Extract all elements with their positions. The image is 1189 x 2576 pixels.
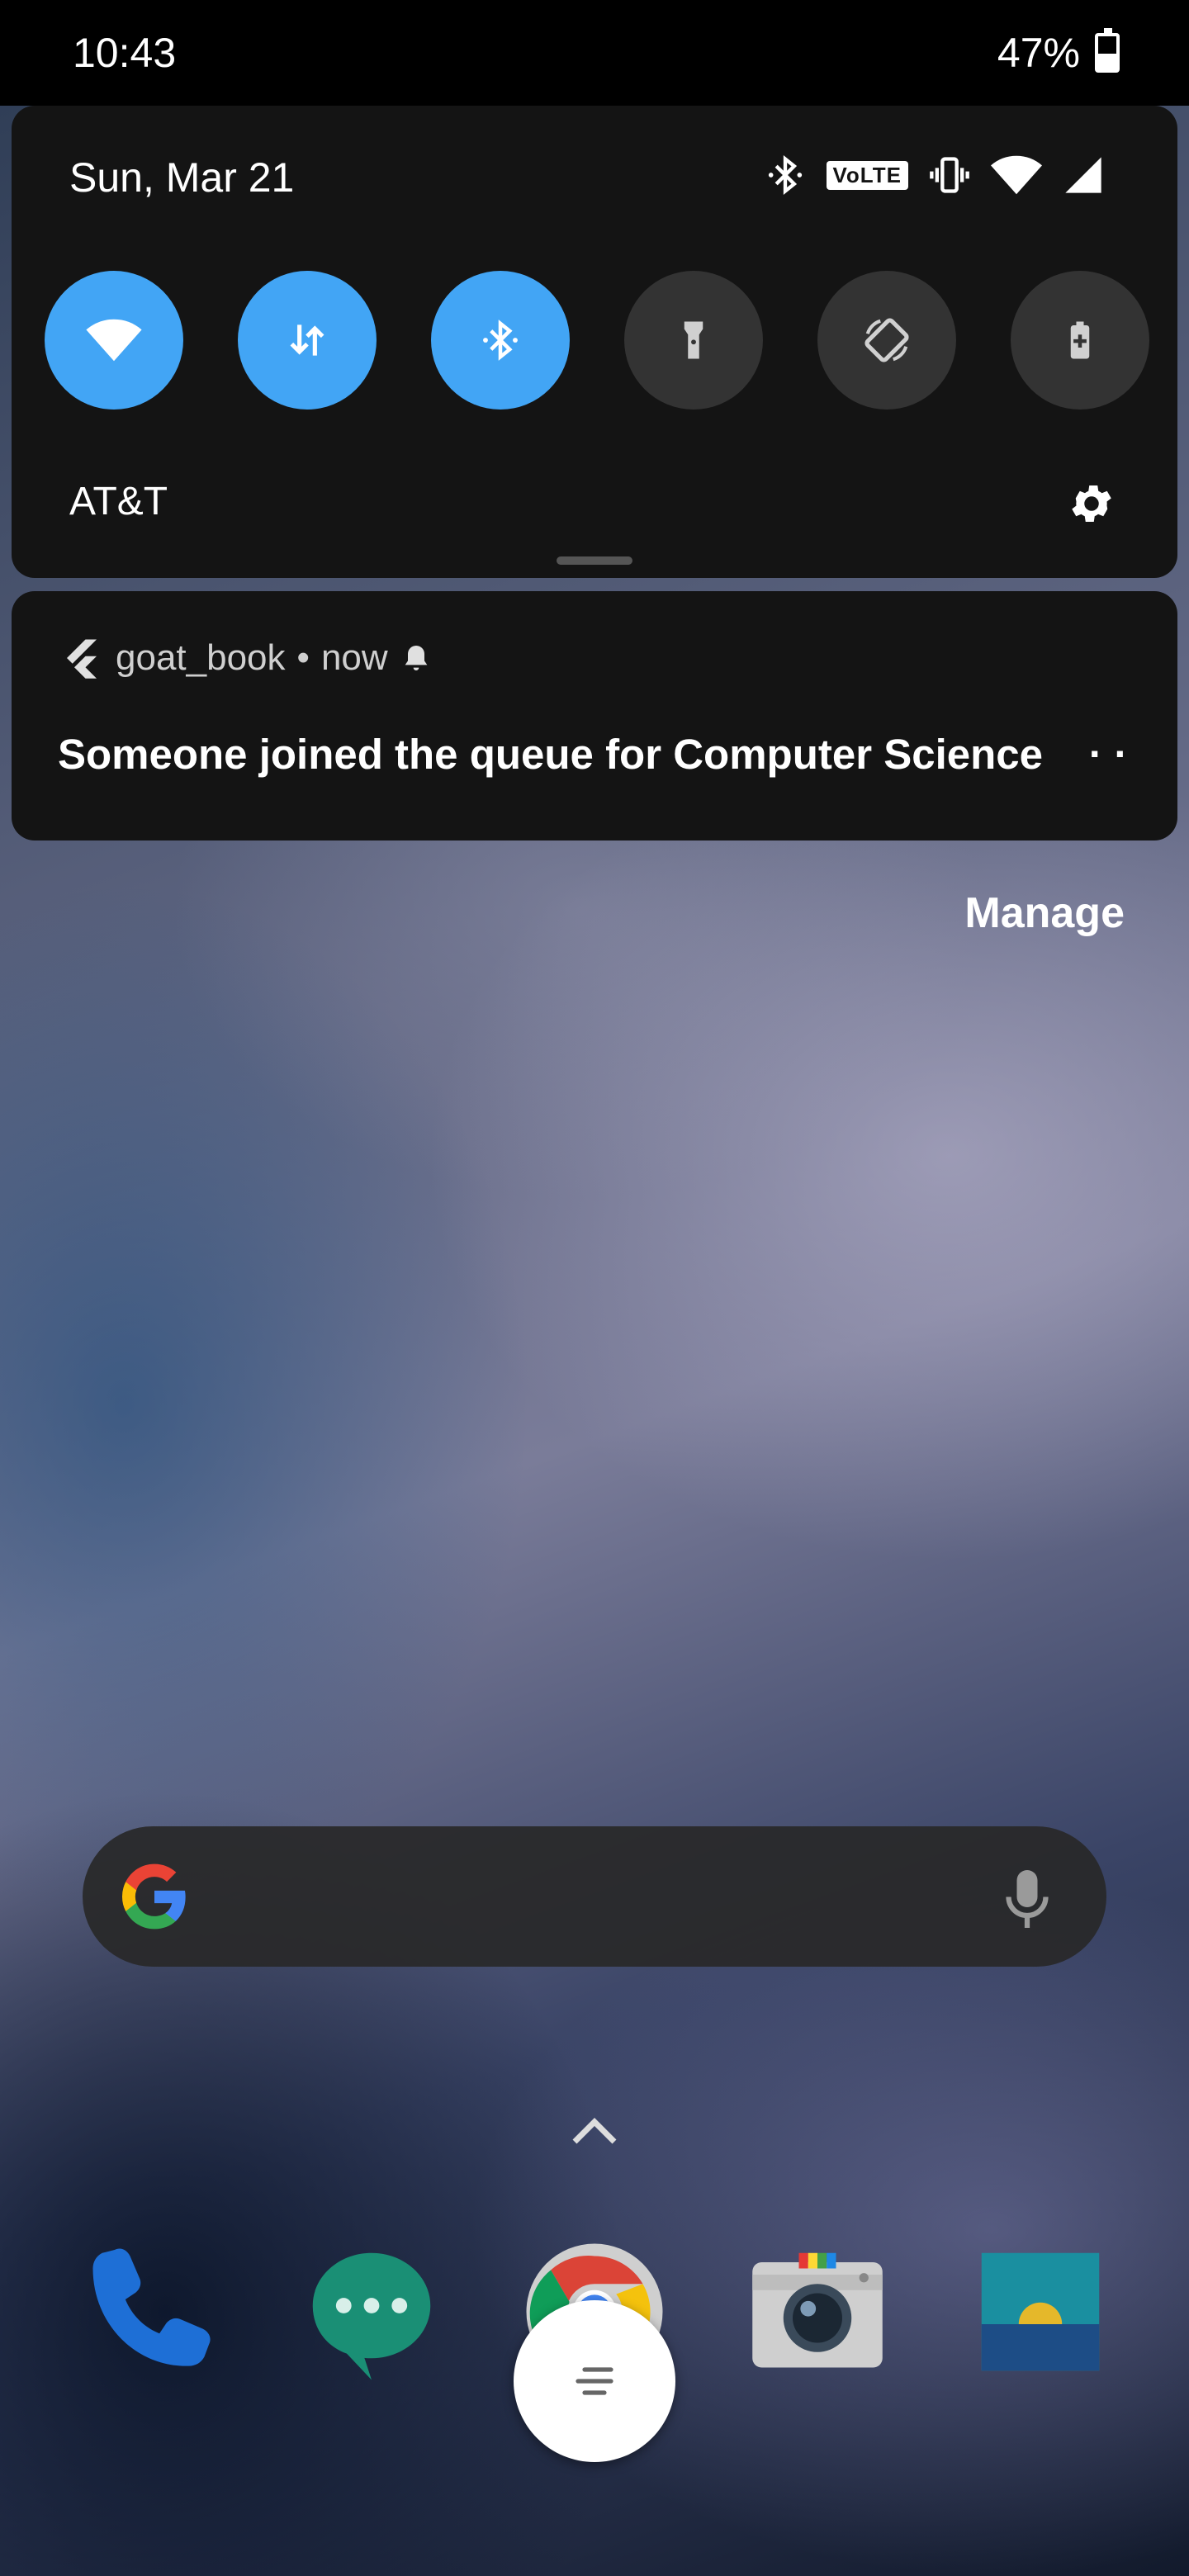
panel-drag-handle[interactable] (557, 556, 632, 565)
alert-bell-icon (405, 646, 427, 670)
battery-saver-icon (1070, 321, 1090, 359)
messages-app-icon[interactable] (297, 2237, 446, 2386)
recents-menu-button[interactable] (514, 2300, 675, 2462)
status-right: 47% (997, 28, 1120, 77)
cell-signal-icon (1065, 157, 1101, 193)
notification-time: now (320, 637, 388, 678)
flutter-app-icon (67, 639, 97, 679)
notification-separator: • (296, 637, 310, 678)
battery-percent: 47% (997, 30, 1080, 76)
bluetooth-icon (768, 154, 802, 196)
clock: 10:43 (73, 30, 177, 76)
battery-icon (1095, 28, 1120, 73)
volte-badge: VoLTE (826, 160, 908, 190)
tile-wifi[interactable] (45, 271, 183, 410)
menu-lines-icon (576, 2367, 613, 2395)
vibrate-icon (930, 157, 969, 193)
data-transfer-icon (290, 324, 324, 356)
settings-gear-icon[interactable] (1067, 479, 1116, 528)
camera-app-icon[interactable] (743, 2237, 892, 2386)
tile-mobile-data[interactable] (238, 271, 377, 410)
manage-button[interactable]: Manage (964, 888, 1125, 938)
microphone-icon[interactable] (1002, 1866, 1052, 1932)
qs-status-icons: VoLTE (764, 154, 1105, 197)
qs-date: Sun, Mar 21 (69, 154, 295, 201)
wifi-icon (86, 319, 142, 362)
google-search-bar[interactable] (83, 1826, 1106, 1967)
notification-overflow: · · (1088, 731, 1128, 777)
status-bar: 10:43 47% (0, 0, 1189, 106)
quick-settings-panel: Sun, Mar 21 VoLTE AT&T (12, 106, 1177, 578)
wifi-icon (991, 155, 1042, 195)
notification-app-name: goat_book (116, 637, 286, 678)
google-logo-icon (121, 1863, 186, 1930)
carrier-label: AT&T (69, 480, 168, 523)
tile-auto-rotate[interactable] (817, 271, 956, 410)
tile-battery-saver[interactable] (1011, 271, 1149, 410)
search-input[interactable] (215, 1859, 958, 1934)
app-drawer-chevron-up-icon[interactable] (570, 2114, 619, 2147)
notification-title: Someone joined the queue for Computer Sc… (58, 731, 1044, 778)
notification-header: goat_book • now (59, 636, 433, 680)
gallery-app-icon[interactable] (966, 2237, 1115, 2386)
phone-app-icon[interactable] (74, 2237, 223, 2386)
auto-rotate-icon (865, 318, 909, 362)
qs-tiles (45, 271, 1149, 410)
tile-flashlight[interactable] (624, 271, 763, 410)
flashlight-icon (684, 321, 703, 359)
notification-card[interactable]: goat_book • now Someone joined the queue… (12, 591, 1177, 841)
tile-bluetooth[interactable] (431, 271, 570, 410)
bluetooth-icon (483, 320, 518, 361)
